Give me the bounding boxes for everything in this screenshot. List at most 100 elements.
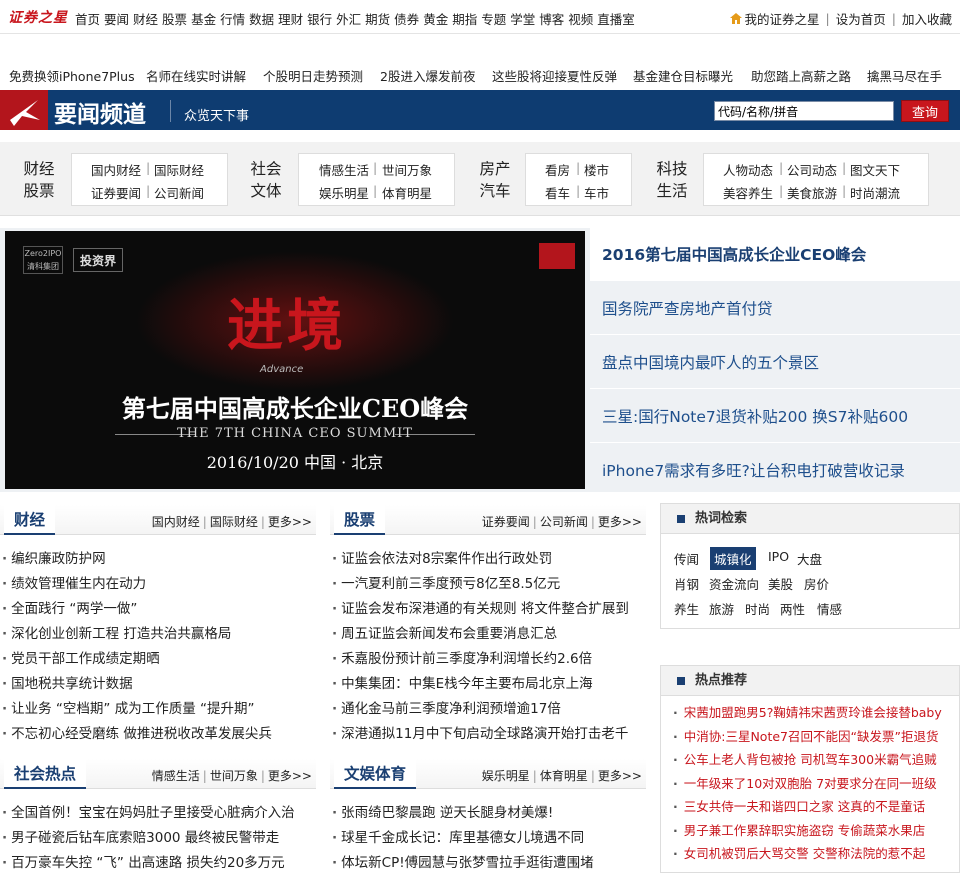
list-item[interactable]: 通化金马前三季度净利润预增逾17倍 (330, 697, 646, 722)
favorite-link[interactable]: 加入收藏 (902, 9, 952, 28)
hot-keyword[interactable]: 大盘 (797, 549, 822, 568)
category-link[interactable]: 证券要闻 (91, 183, 141, 202)
top-nav-item[interactable]: 数据 (249, 9, 274, 28)
section-link[interactable]: 情感生活 (152, 769, 200, 783)
list-item[interactable]: 三女共侍一夫和谐四口之家 这真的不是童话 (661, 796, 959, 820)
top-nav-item[interactable]: 行情 (220, 9, 245, 28)
hot-keyword[interactable]: 养生 (674, 599, 699, 618)
list-item[interactable]: 编织廉政防护网 (0, 547, 316, 572)
hot-keyword[interactable]: 时尚 (745, 599, 770, 618)
list-item[interactable]: 证监会发布深港通的有关规则 将文件整合扩展到 (330, 597, 646, 622)
list-item[interactable]: 绩效管理催生内在动力 (0, 572, 316, 597)
hot-keyword[interactable]: 情感 (817, 599, 842, 618)
category-link[interactable]: 楼市 (584, 160, 609, 179)
category-link[interactable]: 国际财经 (154, 160, 204, 179)
list-item[interactable]: 全面践行 “两学一做” (0, 597, 316, 622)
top-nav-item[interactable]: 黄金 (423, 9, 448, 28)
section-link[interactable]: 娱乐明星 (482, 769, 530, 783)
promo-link[interactable]: 助您踏上高薪之路 (751, 66, 851, 85)
section-link[interactable]: 国际财经 (210, 515, 258, 529)
promo-link[interactable]: 名师在线实时讲解 (146, 66, 246, 85)
list-item[interactable]: 宋茜加盟跑男5?鞠婧祎宋茜贾玲谁会接替baby (661, 702, 959, 726)
promo-link[interactable]: 2股进入爆发前夜 (380, 66, 475, 85)
top-nav-item[interactable]: 基金 (191, 9, 216, 28)
top-nav-item[interactable]: 期货 (365, 9, 390, 28)
site-logo[interactable]: 证券之星 (8, 7, 68, 27)
top-nav-item[interactable]: 要闻 (104, 9, 129, 28)
section-title[interactable]: 财经 (4, 505, 56, 535)
my-star-link[interactable]: 我的证券之星 (745, 9, 820, 28)
list-item[interactable]: 一年级来了10对双胞胎 7对要求分在同一班级 (661, 773, 959, 797)
section-link[interactable]: 国内财经 (152, 515, 200, 529)
top-nav-item[interactable]: 银行 (307, 9, 332, 28)
hot-keyword[interactable]: 肖钢 (674, 574, 699, 593)
search-button[interactable]: 查询 (901, 100, 949, 122)
hot-keyword-active[interactable]: 城镇化 (710, 547, 756, 570)
category-heading[interactable]: 社会 文体 (243, 158, 289, 202)
category-link[interactable]: 国内财经 (91, 160, 141, 179)
section-link[interactable]: 证券要闻 (482, 515, 530, 529)
list-item[interactable]: 体坛新CP!傅园慧与张梦雪拉手逛街遭围堵 (330, 851, 646, 873)
top-nav-item[interactable]: 股票 (162, 9, 187, 28)
list-item[interactable]: 不忘初心经受磨练 做推进税收改革发展尖兵 (0, 722, 316, 747)
list-item[interactable]: 女司机被罚后大骂交警 交警称法院的惹不起 (661, 843, 959, 867)
promo-link[interactable]: 基金建仓目标曝光 (633, 66, 733, 85)
hot-keyword[interactable]: 两性 (780, 599, 805, 618)
section-title[interactable]: 文娱体育 (334, 759, 417, 789)
headline-item[interactable]: 国务院严查房地产首付贷 (590, 282, 960, 335)
category-heading[interactable]: 科技 生活 (649, 158, 695, 202)
category-heading[interactable]: 财经 股票 (16, 158, 62, 202)
promo-link[interactable]: 免费换领iPhone7Plus (9, 66, 135, 85)
category-link[interactable]: 美食旅游 (787, 183, 837, 202)
list-item[interactable]: 球星千金成长记：库里基德女儿境遇不同 (330, 826, 646, 851)
headline-item[interactable]: 2016第七届中国高成长企业CEO峰会 (590, 228, 960, 281)
category-link[interactable]: 看车 (545, 183, 570, 202)
list-item[interactable]: 深化创业创新工程 打造共治共赢格局 (0, 622, 316, 647)
hero-image[interactable]: Zero2IPO 清科集团 投资界 进境 Advance 第七届中国高成长企业C… (5, 231, 585, 489)
hot-keyword[interactable]: 旅游 (709, 599, 734, 618)
category-link[interactable]: 图文天下 (850, 160, 900, 179)
category-link[interactable]: 娱乐明星 (319, 183, 369, 202)
top-nav-item[interactable]: 外汇 (336, 9, 361, 28)
headline-item[interactable]: 三星:国行Note7退货补贴200 换S7补贴600 (590, 390, 960, 443)
top-nav-item[interactable]: 期指 (452, 9, 477, 28)
section-title[interactable]: 股票 (334, 505, 386, 535)
list-item[interactable]: 全国首例！宝宝在妈妈肚子里接受心脏病介入治 (0, 801, 316, 826)
category-link[interactable]: 情感生活 (319, 160, 369, 179)
list-item[interactable]: 一汽夏利前三季度预亏8亿至8.5亿元 (330, 572, 646, 597)
top-nav-item[interactable]: 学堂 (510, 9, 535, 28)
more-link[interactable]: 更多>> (598, 769, 642, 783)
section-link[interactable]: 世间万象 (210, 769, 258, 783)
promo-link[interactable]: 这些股将迎接夏性反弹 (492, 66, 617, 85)
top-nav-item[interactable]: 首页 (75, 9, 100, 28)
category-link[interactable]: 美容养生 (723, 183, 773, 202)
category-link[interactable]: 体育明星 (382, 183, 432, 202)
list-item[interactable]: 张雨绮巴黎晨跑 逆天长腿身材美爆! (330, 801, 646, 826)
top-nav-item[interactable]: 视频 (568, 9, 593, 28)
list-item[interactable]: 百万豪车失控 “飞” 出高速路 损失约20多万元 (0, 851, 316, 873)
list-item[interactable]: 国地税共享统计数据 (0, 672, 316, 697)
hot-keyword[interactable]: 资金流向 (709, 574, 759, 593)
category-link[interactable]: 车市 (584, 183, 609, 202)
headline-item[interactable]: iPhone7需求有多旺?让台积电打破营收记录 (590, 444, 960, 497)
list-item[interactable]: 公车上老人背包被抢 司机驾车300米霸气追贼 (661, 749, 959, 773)
more-link[interactable]: 更多>> (268, 769, 312, 783)
more-link[interactable]: 更多>> (598, 515, 642, 529)
category-link[interactable]: 人物动态 (723, 160, 773, 179)
section-link[interactable]: 体育明星 (540, 769, 588, 783)
set-home-link[interactable]: 设为首页 (836, 9, 886, 28)
promo-link[interactable]: 擒黑马尽在手 (867, 66, 942, 85)
more-link[interactable]: 更多>> (268, 515, 312, 529)
category-link[interactable]: 公司动态 (787, 160, 837, 179)
headline-item[interactable]: 盘点中国境内最吓人的五个景区 (590, 336, 960, 389)
top-nav-item[interactable]: 理财 (278, 9, 303, 28)
promo-link[interactable]: 个股明日走势预测 (263, 66, 363, 85)
top-nav-item[interactable]: 财经 (133, 9, 158, 28)
section-link[interactable]: 公司新闻 (540, 515, 588, 529)
list-item[interactable]: 中集集团：中集E栈今年主要布局北京上海 (330, 672, 646, 697)
list-item[interactable]: 党员干部工作成绩定期晒 (0, 647, 316, 672)
top-nav-item[interactable]: 博客 (539, 9, 564, 28)
category-link[interactable]: 世间万象 (382, 160, 432, 179)
list-item[interactable]: 禾嘉股份预计前三季度净利润增长约2.6倍 (330, 647, 646, 672)
top-nav-item[interactable]: 直播室 (597, 9, 635, 28)
